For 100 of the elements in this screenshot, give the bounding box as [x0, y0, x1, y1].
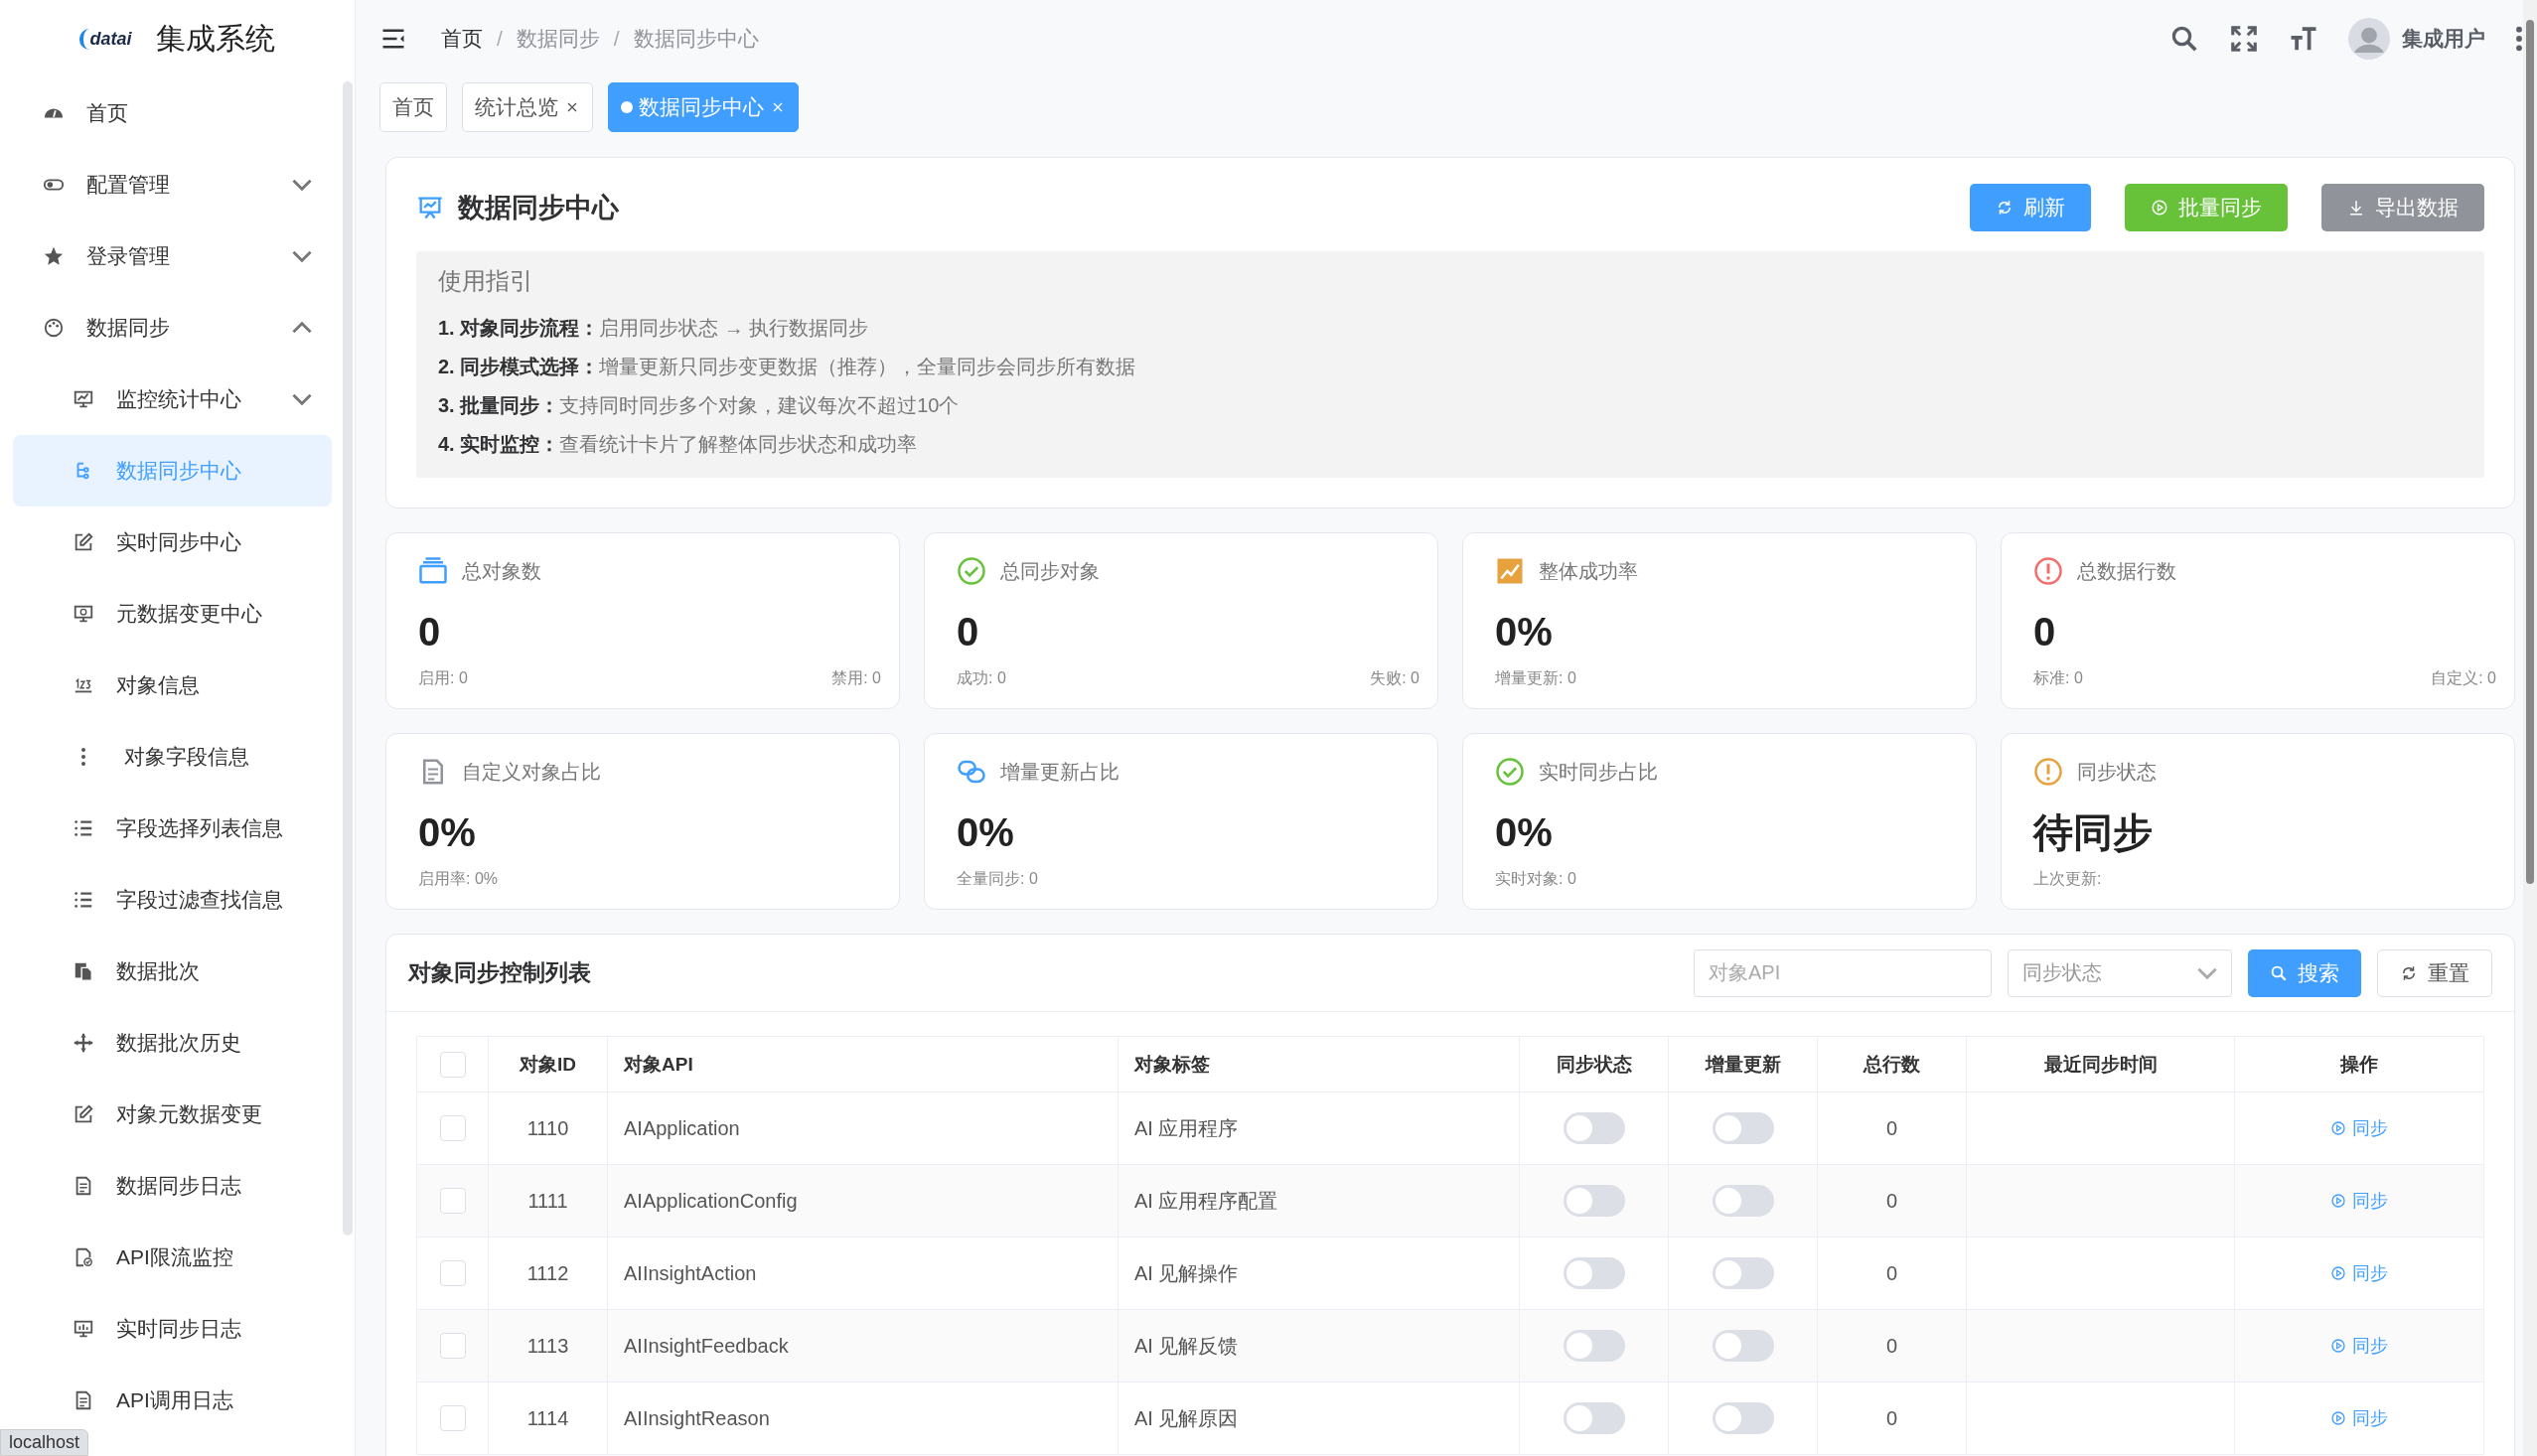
stat-detail: 增量更新: 0 — [1495, 668, 1576, 688]
app-title: 集成系统 — [155, 20, 275, 57]
column-header: 对象标签 — [1118, 1036, 1520, 1092]
sidebar-item-label: 首页 — [86, 100, 129, 126]
sidebar-item[interactable]: 数据批次历史 — [13, 1007, 332, 1079]
avatar[interactable] — [2348, 18, 2390, 60]
sidebar-item-label: 数据同步 — [86, 315, 171, 341]
toggle-switch[interactable] — [1712, 1257, 1774, 1289]
stat-title: 总对象数 — [462, 558, 541, 584]
search-icon[interactable] — [2169, 24, 2199, 54]
table-cell: 1111 — [488, 1164, 608, 1238]
play-icon — [2330, 1192, 2346, 1209]
chart-icon — [73, 1318, 94, 1340]
breadcrumb-item[interactable]: 首页 — [441, 25, 483, 53]
toggle-switch[interactable] — [1563, 1185, 1625, 1217]
sidebar-item-label: 字段选择列表信息 — [116, 815, 284, 841]
stat-value: 0% — [1495, 809, 1554, 855]
sidebar-item[interactable]: 监控统计中心 — [13, 364, 332, 435]
sidebar-item-label: 对象元数据变更 — [116, 1101, 263, 1127]
stat-detail: 全量同步: 0 — [957, 869, 1038, 889]
table-cell: AI 见解操作 — [1118, 1237, 1520, 1310]
scrollbar[interactable] — [343, 81, 353, 1236]
toggle-switch[interactable] — [1563, 1112, 1625, 1144]
toggle-switch[interactable] — [1563, 1330, 1625, 1362]
edit-icon — [73, 531, 94, 553]
table-cell: AI 见解原因 — [1118, 1382, 1520, 1455]
sidebar-item[interactable]: 首页 — [13, 77, 332, 149]
sidebar-item-label: 监控统计中心 — [116, 386, 242, 412]
chevron-down-icon — [2197, 966, 2217, 979]
tab[interactable]: 首页 — [379, 82, 447, 132]
sidebar-item[interactable]: API限流监控 — [13, 1222, 332, 1293]
move-icon — [73, 1032, 94, 1054]
toggle-switch[interactable] — [1563, 1402, 1625, 1434]
breadcrumb-separator: / — [613, 27, 620, 51]
guide-text: 3. 批量同步：支持同时同步多个对象，建议每次不超过10个 — [438, 393, 961, 418]
table-cell: 0 — [1817, 1237, 1967, 1310]
fullscreen-icon[interactable] — [2229, 24, 2259, 54]
toggle-switch[interactable] — [1712, 1402, 1774, 1434]
stat-title: 总数据行数 — [2077, 558, 2176, 584]
checkbox[interactable] — [439, 1260, 466, 1286]
stat-detail: 上次更新: — [2033, 869, 2102, 889]
sidebar-item-label: 登录管理 — [86, 243, 171, 269]
palette-icon — [43, 317, 65, 339]
sidebar-item[interactable]: 数据同步日志 — [13, 1150, 332, 1222]
sidebar-item[interactable]: 字段选择列表信息 — [13, 793, 332, 864]
reset-button[interactable]: 重置 — [2377, 948, 2492, 997]
sidebar-item-label: 数据批次 — [116, 958, 201, 984]
checkbox[interactable] — [439, 1405, 466, 1431]
sidebar-item[interactable]: 对象字段信息 — [13, 721, 332, 793]
sidebar-item[interactable]: 对象信息 — [13, 650, 332, 721]
sidebar-item[interactable]: 登录管理 — [13, 220, 332, 292]
column-header: 操作 — [2234, 1036, 2484, 1092]
sidebar-item-label: 对象字段信息 — [124, 744, 250, 770]
scrollbar[interactable] — [2523, 0, 2537, 1456]
play-icon — [2151, 199, 2168, 217]
stat-value: 0 — [418, 609, 442, 655]
star-icon — [43, 245, 65, 267]
user-name[interactable]: 集成用户 — [2402, 25, 2485, 53]
stat-value: 0 — [2033, 609, 2057, 655]
sidebar-item-label: 实时同步日志 — [116, 1316, 242, 1342]
table-cell: AI 见解反馈 — [1118, 1309, 1520, 1383]
more-icon[interactable] — [2515, 25, 2523, 53]
sidebar-item[interactable]: 数据同步 — [13, 292, 332, 364]
stat-detail: 禁用: 0 — [831, 668, 881, 688]
sidebar-item[interactable]: 实时同步日志 — [13, 1293, 332, 1365]
stat-detail: 失败: 0 — [1370, 668, 1419, 688]
checkbox[interactable] — [439, 1115, 466, 1141]
guide-title: 使用指引 — [438, 266, 534, 296]
stat-title: 自定义对象占比 — [462, 759, 601, 785]
stat-title: 整体成功率 — [1539, 558, 1638, 584]
table-cell: 1112 — [488, 1237, 608, 1310]
column-header: 对象ID — [488, 1036, 608, 1092]
toggle-switch[interactable] — [1712, 1185, 1774, 1217]
stat-detail: 启用: 0 — [418, 668, 468, 688]
checkbox[interactable] — [439, 1188, 466, 1214]
column-header: 同步状态 — [1519, 1036, 1669, 1092]
toggle-switch[interactable] — [1712, 1112, 1774, 1144]
play-icon — [2330, 1264, 2346, 1281]
toggle-switch[interactable] — [1712, 1330, 1774, 1362]
sidebar-item[interactable]: 字段过滤查找信息 — [13, 864, 332, 936]
sidebar-item[interactable]: 数据批次 — [13, 936, 332, 1007]
stat-title: 总同步对象 — [1000, 558, 1100, 584]
sidebar-item-label: 元数据变更中心 — [116, 601, 263, 627]
sidebar-item-label: 配置管理 — [86, 172, 171, 198]
column-header: 增量更新 — [1668, 1036, 1818, 1092]
checkbox[interactable] — [439, 1051, 466, 1078]
play-icon — [2330, 1409, 2346, 1426]
play-icon — [2330, 1119, 2346, 1136]
table-cell: AI 应用程序 — [1118, 1092, 1520, 1165]
search-field[interactable]: 对象API — [1694, 948, 1992, 997]
sidebar-item[interactable]: 配置管理 — [13, 149, 332, 220]
checkbox[interactable] — [439, 1333, 466, 1359]
stat-value: 0% — [1495, 609, 1554, 655]
sidebar-item[interactable]: 对象元数据变更 — [13, 1079, 332, 1150]
sidebar-item[interactable]: 实时同步中心 — [13, 507, 332, 578]
toggle-switch[interactable] — [1563, 1257, 1625, 1289]
table-cell: 0 — [1817, 1092, 1967, 1165]
stat-title: 增量更新占比 — [1000, 759, 1119, 785]
tab[interactable]: 统计总览 — [462, 82, 593, 132]
sidebar-item[interactable]: 元数据变更中心 — [13, 578, 332, 650]
